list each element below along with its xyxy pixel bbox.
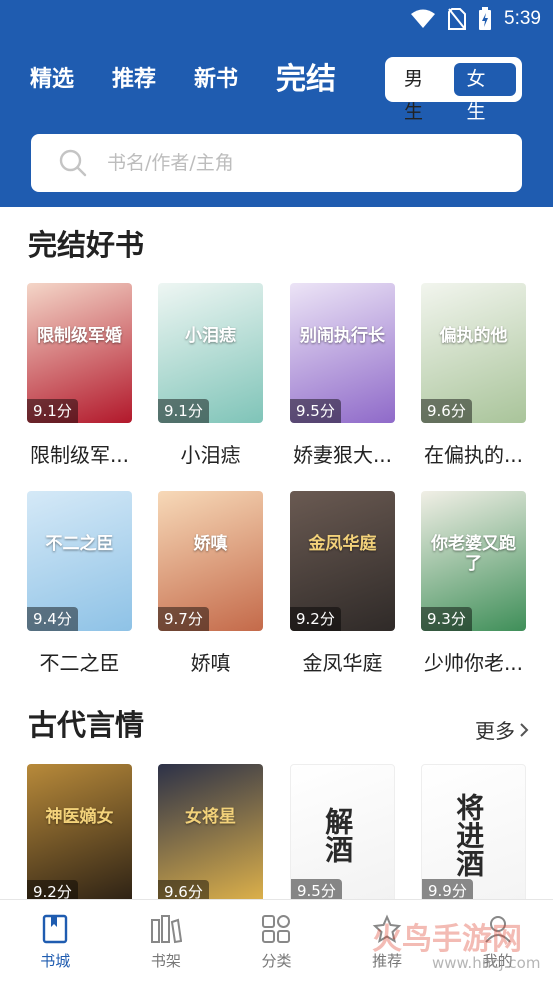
tab-featured[interactable]: 精选: [30, 62, 74, 98]
status-bar: 5:39: [410, 6, 541, 32]
book-title: 小泪痣: [180, 443, 241, 467]
book-card[interactable]: 你老婆又跑了 9.3分少帅你老...: [421, 491, 526, 676]
book-cover: 女将星 9.6分: [158, 764, 263, 904]
book-score: 9.3分: [421, 607, 472, 631]
book-score: 9.6分: [421, 399, 472, 423]
bottom-nav: 书城 书架 分类 推荐 我的: [0, 899, 553, 983]
cover-title-art: 将进酒: [452, 793, 486, 877]
book-title: 不二之臣: [39, 651, 120, 675]
book-card[interactable]: 金凤华庭 9.2分 金凤华庭: [290, 491, 395, 676]
book-card[interactable]: 偏执的他 9.6分在偏执的...: [421, 283, 526, 468]
book-icon: [43, 914, 68, 944]
more-label: 更多: [475, 719, 515, 743]
tab-completed[interactable]: 完结: [276, 62, 336, 98]
nav-bookstore[interactable]: 书城: [0, 900, 111, 983]
book-score: 9.2分: [290, 607, 341, 631]
battery-charging-icon: [479, 7, 492, 30]
nav-bookshelf[interactable]: 书架: [111, 900, 222, 983]
no-sim-icon: [448, 8, 467, 30]
gender-male-option[interactable]: 男生: [385, 63, 454, 123]
search-bar[interactable]: [31, 134, 522, 192]
book-title: 娇嗔: [190, 651, 231, 675]
book-cover: 神医嫡女 9.2分: [27, 764, 132, 904]
cover-title-art: 偏执的他: [439, 326, 508, 346]
cover-title-art: 小泪痣: [185, 326, 236, 346]
nav-category[interactable]: 分类: [221, 900, 332, 983]
book-score: 9.5分: [290, 399, 341, 423]
book-cover: 别闹执行长 9.5分: [290, 283, 395, 423]
search-input[interactable]: [107, 152, 487, 174]
book-score: 9.1分: [158, 399, 209, 423]
cover-title-art: 解酒: [321, 807, 355, 863]
cover-title-art: 女将星: [185, 807, 236, 827]
nav-label: 我的: [482, 952, 513, 970]
cover-title-art: 你老婆又跑了: [431, 534, 516, 574]
tab-new-books[interactable]: 新书: [194, 62, 238, 98]
book-cover: 娇嗔 9.7分: [158, 491, 263, 631]
chevron-right-icon: [520, 722, 529, 737]
gender-toggle: 男生 女生: [385, 57, 522, 123]
cover-title-art: 不二之臣: [45, 534, 114, 554]
bookshelf-icon: [150, 915, 182, 944]
book-title: 在偏执的...: [423, 443, 524, 467]
book-cover: 不二之臣 9.4分: [27, 491, 132, 631]
book-cover: 将进酒 9.9分: [421, 764, 526, 904]
category-icon: [262, 915, 291, 943]
book-cover: 金凤华庭 9.2分: [290, 491, 395, 631]
search-icon: [59, 149, 87, 177]
nav-recommend[interactable]: 推荐: [332, 900, 443, 983]
nav-label: 分类: [261, 952, 292, 970]
book-cover: 解酒 9.5分: [290, 764, 395, 904]
cover-title-art: 娇嗔: [193, 534, 228, 554]
status-time: 5:39: [504, 8, 541, 29]
book-score: 9.4分: [27, 607, 78, 631]
nav-mine[interactable]: 我的: [442, 900, 553, 983]
book-cover: 偏执的他 9.6分: [421, 283, 526, 423]
recommend-icon: [372, 914, 402, 944]
cover-title-art: 限制级军婚: [37, 326, 122, 346]
book-card[interactable]: 限制级军婚 9.1分限制级军...: [27, 283, 132, 468]
header: 5:39 精选 推荐 新书 完结 男生 女生: [0, 0, 553, 207]
book-cover: 你老婆又跑了 9.3分: [421, 491, 526, 631]
nav-label: 书城: [40, 952, 71, 970]
section-title-ancient-romance: 古代言情: [28, 708, 145, 742]
nav-label: 书架: [150, 952, 181, 970]
book-score: 9.1分: [27, 399, 78, 423]
book-card[interactable]: 娇嗔 9.7分 娇嗔: [158, 491, 263, 676]
more-link[interactable]: 更多: [475, 715, 529, 744]
book-card[interactable]: 不二之臣 9.4分 不二之臣: [27, 491, 132, 676]
book-cover: 小泪痣 9.1分: [158, 283, 263, 423]
book-title: 限制级军...: [29, 443, 130, 467]
user-icon: [484, 916, 511, 943]
gender-female-option[interactable]: 女生: [453, 63, 516, 123]
section-title-completed: 完结好书: [28, 228, 145, 262]
book-cover: 限制级军婚 9.1分: [27, 283, 132, 423]
book-title: 娇妻狠大...: [292, 443, 393, 467]
book-title: 少帅你老...: [423, 651, 524, 675]
nav-label: 推荐: [372, 952, 403, 970]
top-tabs: 精选 推荐 新书 完结: [30, 62, 336, 98]
book-card[interactable]: 别闹执行长 9.5分娇妻狠大...: [290, 283, 395, 468]
tab-recommend[interactable]: 推荐: [112, 62, 156, 98]
cover-title-art: 神医嫡女: [45, 807, 114, 827]
cover-title-art: 金凤华庭: [308, 534, 377, 554]
cover-title-art: 别闹执行长: [300, 326, 385, 346]
wifi-icon: [411, 9, 436, 28]
book-title: 金凤华庭: [302, 651, 383, 675]
book-card[interactable]: 小泪痣 9.1分 小泪痣: [158, 283, 263, 468]
book-score: 9.7分: [158, 607, 209, 631]
